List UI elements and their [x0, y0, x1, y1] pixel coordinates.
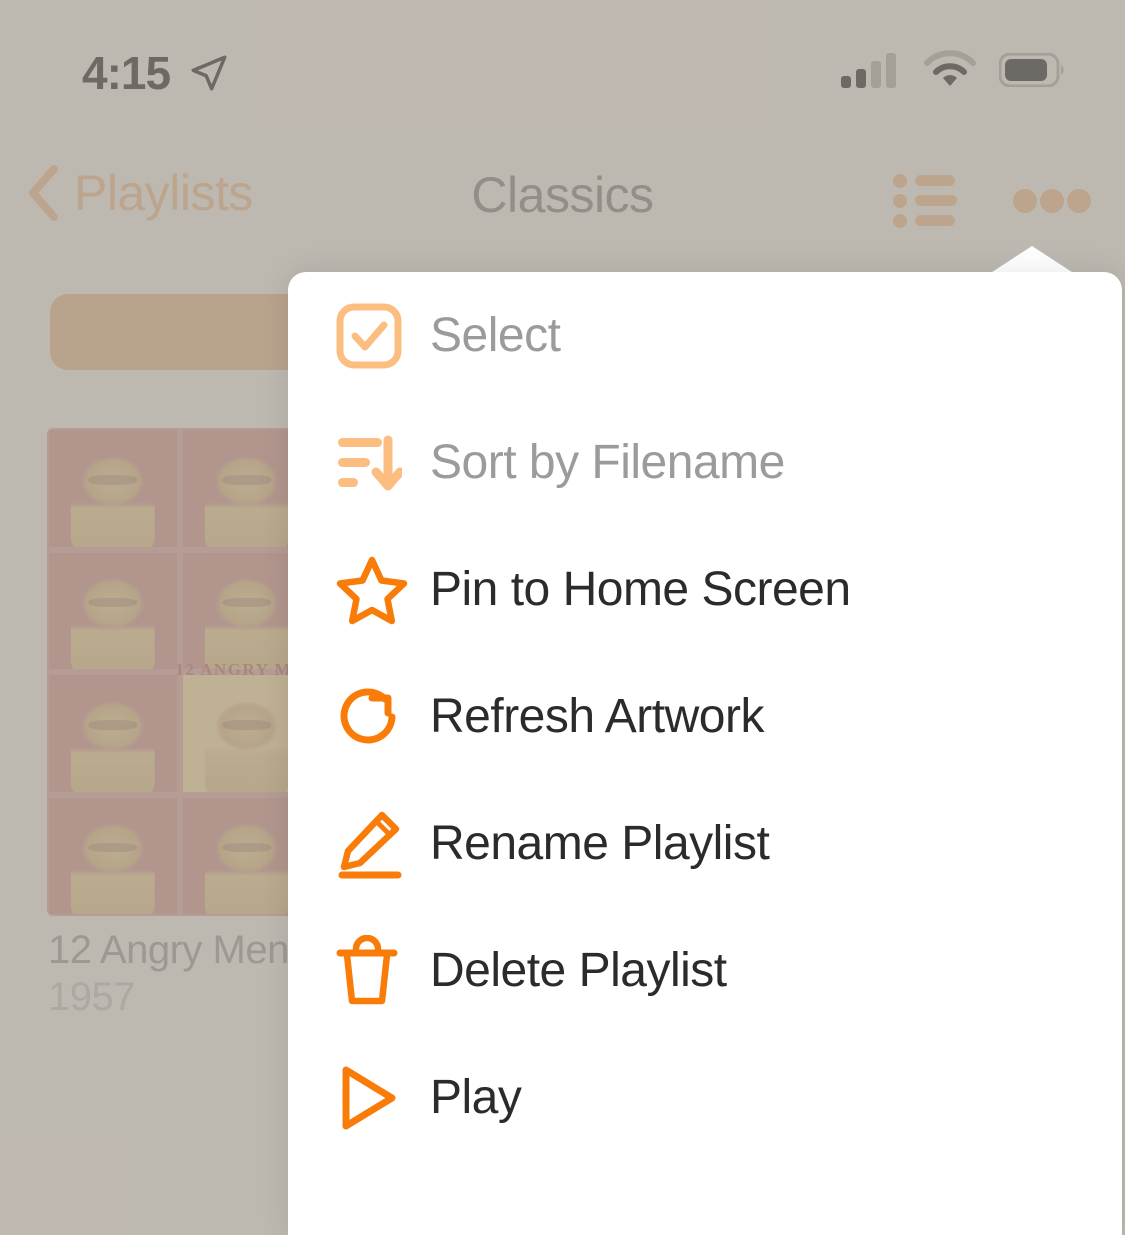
phone-screen: 4:15	[0, 0, 1125, 1235]
menu-item-label: Pin to Home Screen	[430, 563, 851, 616]
checkbox-checked-icon	[336, 303, 430, 369]
menu-item-play[interactable]: Play	[288, 1034, 1122, 1161]
menu-item-sort-by-filename[interactable]: Sort by Filename	[288, 399, 1122, 526]
menu-item-refresh-artwork[interactable]: Refresh Artwork	[288, 653, 1122, 780]
menu-item-label: Select	[430, 309, 561, 362]
menu-item-delete-playlist[interactable]: Delete Playlist	[288, 907, 1122, 1034]
play-icon	[336, 1062, 430, 1134]
context-menu-list: Select Sort by Filename Pin to Home Scre…	[288, 272, 1122, 1161]
menu-item-label: Play	[430, 1071, 522, 1124]
pencil-icon	[336, 809, 430, 879]
menu-item-label: Rename Playlist	[430, 817, 770, 870]
context-menu-popover: Select Sort by Filename Pin to Home Scre…	[288, 272, 1122, 1235]
sort-descending-icon	[336, 432, 430, 494]
star-icon	[336, 555, 430, 625]
menu-item-label: Sort by Filename	[430, 436, 785, 489]
menu-item-pin-to-home-screen[interactable]: Pin to Home Screen	[288, 526, 1122, 653]
trash-icon	[336, 934, 430, 1007]
refresh-icon	[336, 683, 430, 751]
menu-item-select[interactable]: Select	[288, 272, 1122, 399]
menu-item-label: Refresh Artwork	[430, 690, 764, 743]
menu-item-rename-playlist[interactable]: Rename Playlist	[288, 780, 1122, 907]
menu-item-label: Delete Playlist	[430, 944, 727, 997]
